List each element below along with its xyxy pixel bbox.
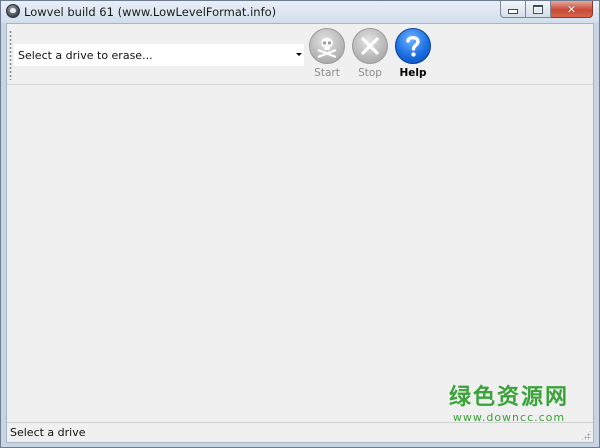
help-button[interactable]: Help [392, 28, 434, 84]
status-text: Select a drive [10, 426, 86, 439]
dropdown-arrow-icon[interactable] [296, 53, 302, 56]
help-label: Help [399, 67, 427, 79]
app-window: Lowvel build 61 (www.LowLevelFormat.info… [0, 0, 600, 448]
right-frame [594, 23, 599, 445]
watermark-title: 绿色资源网 [448, 385, 569, 410]
drive-select-value: Select a drive to erase... [18, 48, 153, 62]
drive-select-dropdown[interactable]: Select a drive to erase... [14, 44, 304, 66]
client-area: Select a drive to erase... Start Stop He… [6, 23, 594, 443]
stop-button[interactable]: Stop [349, 28, 391, 84]
stop-label: Stop [358, 67, 382, 79]
close-icon: ✕ [566, 2, 577, 16]
question-mark-icon [395, 28, 431, 64]
start-button[interactable]: Start [306, 28, 348, 84]
toolbar: Select a drive to erase... Start Stop He… [7, 24, 593, 85]
status-bar: Select a drive [7, 422, 593, 442]
watermark: 绿色资源网 www.downcc.com [449, 379, 569, 424]
stop-x-icon [352, 28, 388, 64]
minimize-icon [508, 9, 518, 14]
toolbar-grip-handle[interactable] [9, 30, 12, 80]
caption-buttons: ✕ [500, 1, 593, 19]
start-label: Start [314, 67, 340, 79]
minimize-button[interactable] [500, 1, 526, 18]
watermark-url: www.downcc.com [452, 411, 566, 424]
title-bar[interactable]: Lowvel build 61 (www.LowLevelFormat.info… [1, 1, 599, 23]
maximize-icon [533, 4, 543, 14]
close-button[interactable]: ✕ [551, 1, 593, 18]
resize-grip-handle[interactable] [581, 430, 591, 440]
app-skull-icon[interactable] [6, 4, 20, 18]
window-title: Lowvel build 61 (www.LowLevelFormat.info… [24, 5, 277, 19]
skull-crossbones-icon [309, 28, 345, 64]
maximize-button[interactable] [526, 1, 551, 18]
